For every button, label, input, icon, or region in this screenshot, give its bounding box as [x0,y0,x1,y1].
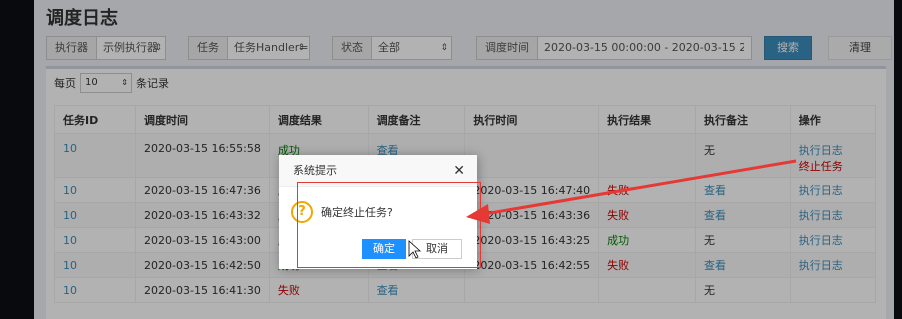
dialog-header: 系统提示 ✕ [279,155,477,187]
confirm-button[interactable]: 确定 [362,239,406,259]
question-icon: ? [291,201,313,223]
cancel-button[interactable]: 取消 [412,239,462,259]
dialog-body: ? 确定终止任务? [291,201,393,223]
confirm-dialog: 系统提示 ✕ ? 确定终止任务? 确定 取消 [279,155,477,269]
dialog-buttons: 确定 取消 [362,239,462,259]
close-icon[interactable]: ✕ [453,155,465,187]
dialog-title: 系统提示 [293,164,337,177]
dialog-message: 确定终止任务? [321,206,393,219]
